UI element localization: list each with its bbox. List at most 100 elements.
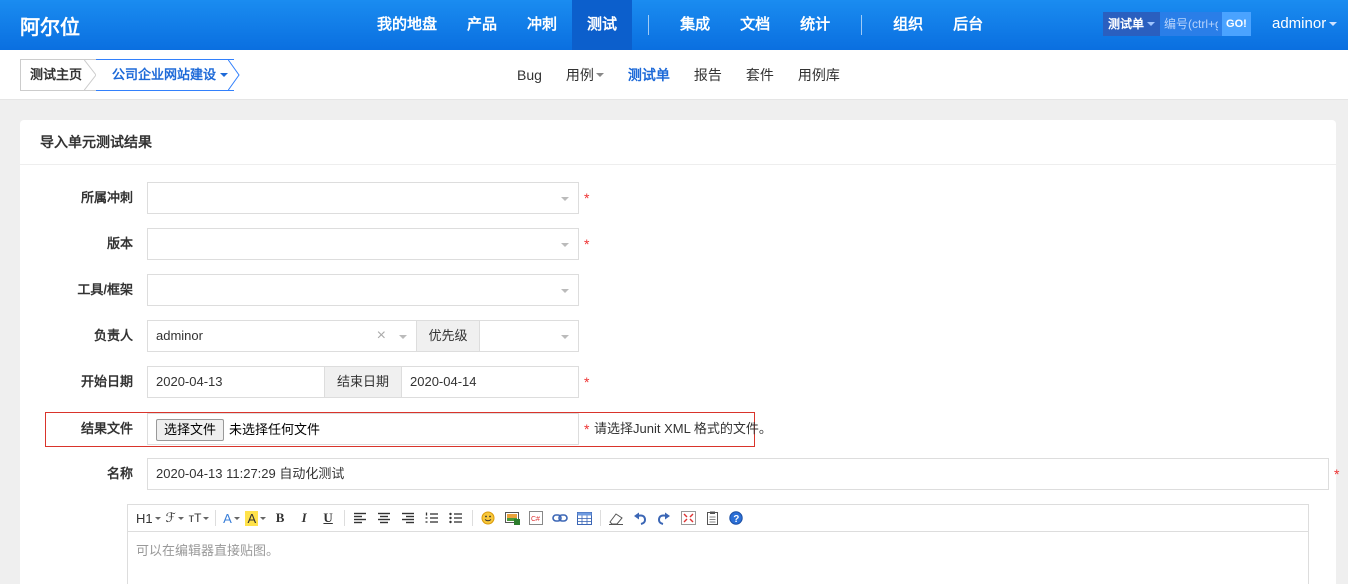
subnav-suite[interactable]: 套件 bbox=[734, 65, 786, 85]
clear-icon[interactable]: × bbox=[377, 321, 386, 351]
nav-item-sprint[interactable]: 冲刺 bbox=[512, 0, 572, 50]
undo-button[interactable] bbox=[630, 508, 650, 528]
chevron-down-icon bbox=[595, 73, 604, 77]
name-input[interactable]: 2020-04-13 11:27:29 自动化测试 bbox=[147, 458, 1329, 490]
brand-logo[interactable]: 阿尔位 bbox=[20, 11, 80, 40]
fullscreen-icon bbox=[680, 511, 696, 525]
subnav-testtask-label: 测试单 bbox=[627, 67, 670, 83]
underline-button[interactable]: U bbox=[318, 508, 338, 528]
align-right-button[interactable] bbox=[398, 508, 418, 528]
svg-text:?: ? bbox=[733, 514, 739, 525]
priority-label: 优先级 bbox=[416, 320, 480, 352]
redo-icon bbox=[658, 512, 671, 525]
owner-label: 负责人 bbox=[93, 328, 133, 343]
nav-item-doc[interactable]: 文档 bbox=[725, 0, 785, 50]
toolbar-separator bbox=[215, 510, 217, 526]
subnav-report[interactable]: 报告 bbox=[682, 65, 734, 85]
search-type-dropdown[interactable]: 测试单 bbox=[1103, 12, 1161, 36]
toolbar-separator bbox=[344, 510, 346, 526]
priority-select[interactable] bbox=[479, 320, 579, 352]
end-date-label: 结束日期 bbox=[324, 366, 402, 398]
subnav-caselib[interactable]: 用例库 bbox=[786, 65, 852, 85]
template-button[interactable] bbox=[702, 508, 722, 528]
italic-button[interactable]: I bbox=[294, 508, 314, 528]
begin-date-input[interactable]: 2020-04-13 bbox=[147, 366, 325, 398]
tool-label: 工具/框架 bbox=[77, 282, 133, 297]
bold-icon: B bbox=[275, 510, 285, 525]
subnav-testtask[interactable]: 测试单 bbox=[616, 65, 682, 85]
nav-item-company[interactable]: 组织 bbox=[878, 0, 938, 50]
align-left-button[interactable] bbox=[350, 508, 370, 528]
nav-item-ci[interactable]: 集成 bbox=[665, 0, 725, 50]
sub-nav: Bug 用例 测试单 报告 套件 用例库 bbox=[505, 50, 852, 100]
chevron-down-icon bbox=[399, 335, 407, 339]
file-label: 结果文件 bbox=[80, 421, 133, 436]
chevron-down-icon bbox=[154, 516, 161, 520]
unordered-list-button[interactable] bbox=[446, 508, 466, 528]
nav-item-product[interactable]: 产品 bbox=[452, 0, 512, 50]
end-date-input[interactable]: 2020-04-14 bbox=[401, 366, 579, 398]
font-family-button[interactable]: ℱ bbox=[165, 508, 185, 528]
form-row-tool: 工具/框架 bbox=[40, 274, 1336, 306]
font-color-button[interactable]: A bbox=[221, 508, 241, 528]
breadcrumb-end-icon bbox=[228, 59, 240, 91]
file-none-text: 未选择任何文件 bbox=[229, 422, 321, 437]
build-label: 版本 bbox=[106, 236, 133, 251]
align-center-button[interactable] bbox=[374, 508, 394, 528]
chevron-down-icon bbox=[220, 73, 229, 77]
fullscreen-button[interactable] bbox=[678, 508, 698, 528]
bg-color-button[interactable]: A bbox=[245, 508, 267, 528]
font-size-icon: тT bbox=[188, 511, 202, 525]
italic-icon: I bbox=[301, 510, 307, 525]
help-button[interactable]: ? bbox=[726, 508, 746, 528]
sprint-select[interactable] bbox=[147, 182, 579, 214]
search-go-button[interactable]: GO! bbox=[1222, 12, 1251, 36]
code-button[interactable]: C# bbox=[526, 508, 546, 528]
bg-color-icon: A bbox=[245, 510, 259, 526]
redo-button[interactable] bbox=[654, 508, 674, 528]
image-button[interactable] bbox=[502, 508, 522, 528]
subnav-case-label: 用例 bbox=[565, 67, 594, 83]
breadcrumb-project[interactable]: 公司企业网站建设 bbox=[96, 59, 235, 91]
heading-button[interactable]: H1 bbox=[136, 508, 161, 528]
begin-label: 开始日期 bbox=[80, 374, 133, 389]
ordered-list-icon bbox=[425, 512, 439, 523]
search-input[interactable] bbox=[1160, 12, 1223, 36]
help-icon: ? bbox=[729, 511, 743, 525]
emoticon-button[interactable] bbox=[478, 508, 498, 528]
nav-item-admin[interactable]: 后台 bbox=[938, 0, 998, 50]
font-size-button[interactable]: тT bbox=[189, 508, 210, 528]
sprint-label: 所属冲刺 bbox=[80, 190, 133, 205]
description-editor: H1 ℱ тT A A B I U C# ? 可以在编辑器直接贴图。 bbox=[127, 504, 1309, 584]
owner-select[interactable]: adminor × bbox=[147, 320, 417, 352]
nav-item-dashboard[interactable]: 我的地盘 bbox=[362, 0, 452, 50]
toolbar-separator bbox=[600, 510, 602, 526]
global-search: 测试单 GO! bbox=[1103, 12, 1251, 36]
unordered-list-icon bbox=[449, 512, 463, 524]
undo-icon bbox=[634, 512, 647, 525]
form-row-file: 结果文件 选择文件 未选择任何文件 * 请选择Junit XML 格式的文件。 bbox=[40, 413, 1336, 445]
nav-item-report[interactable]: 统计 bbox=[785, 0, 845, 50]
link-button[interactable] bbox=[550, 508, 570, 528]
ordered-list-button[interactable] bbox=[422, 508, 442, 528]
tool-select[interactable] bbox=[147, 274, 579, 306]
clear-format-button[interactable] bbox=[606, 508, 626, 528]
build-select[interactable] bbox=[147, 228, 579, 260]
table-button[interactable] bbox=[574, 508, 594, 528]
smiley-icon bbox=[481, 511, 495, 525]
editor-placeholder[interactable]: 可以在编辑器直接贴图。 bbox=[128, 532, 1308, 567]
name-label: 名称 bbox=[106, 466, 133, 481]
link-icon bbox=[552, 514, 568, 522]
user-menu[interactable]: adminor bbox=[1272, 15, 1338, 32]
clipboard-icon bbox=[706, 511, 718, 525]
nav-item-test[interactable]: 测试 bbox=[572, 0, 633, 50]
svg-text:C#: C# bbox=[531, 516, 540, 523]
choose-file-button[interactable]: 选择文件 bbox=[156, 419, 225, 441]
subnav-case[interactable]: 用例 bbox=[554, 65, 616, 85]
code-icon: C# bbox=[529, 511, 544, 525]
form-row-name: 名称 2020-04-13 11:27:29 自动化测试 * bbox=[40, 458, 1339, 490]
subnav-bug[interactable]: Bug bbox=[505, 67, 554, 83]
bold-button[interactable]: B bbox=[270, 508, 290, 528]
chevron-down-icon bbox=[1147, 22, 1156, 26]
nav-divider bbox=[861, 15, 863, 35]
